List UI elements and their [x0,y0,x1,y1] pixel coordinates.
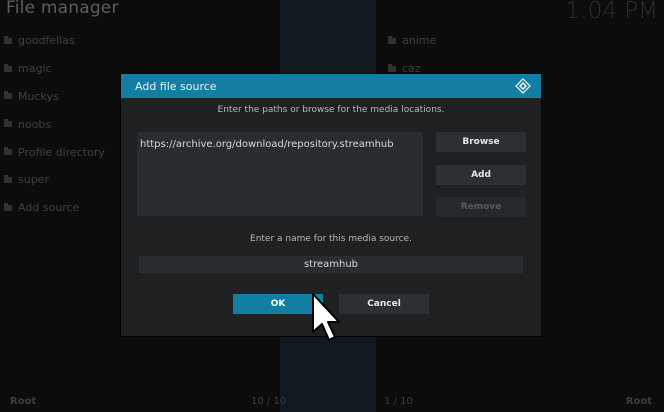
add-button[interactable]: Add [436,165,526,185]
list-item[interactable]: super [4,166,105,194]
source-name-input[interactable]: streamhub [139,256,523,273]
list-item-label: Profile directory [18,145,105,159]
list-item[interactable]: Muckys [4,83,105,111]
remove-button[interactable]: Remove [436,197,526,217]
dialog-header: Add file source [121,74,541,98]
list-item-add-source[interactable]: Add source [4,194,105,222]
list-item-label: Add source [18,201,80,215]
ok-button[interactable]: OK [233,294,323,314]
left-source-list: goodfellas magic Muckys noobs Profile di… [4,27,105,222]
list-item[interactable]: Profile directory [4,138,105,166]
path-entry[interactable]: https://archive.org/download/repository.… [137,132,423,157]
list-item[interactable]: anime [388,27,436,55]
path-list[interactable]: https://archive.org/download/repository.… [137,132,423,216]
page-title: File manager [6,0,119,18]
name-label: Enter a name for this media source. [250,234,412,244]
list-item[interactable]: goodfellas [4,27,105,55]
folder-icon [4,91,12,100]
list-item-label: goodfellas [18,34,75,48]
footer-right-path: Root [625,396,652,407]
folder-icon [388,63,396,72]
folder-icon [4,63,12,72]
list-item-label: super [18,173,49,187]
mouse-pointer-icon [312,293,340,341]
footer-left-count: 10 / 10 [251,396,287,407]
folder-icon [4,147,12,156]
folder-icon [4,202,12,211]
dialog-instruction: Enter the paths or browse for the media … [217,105,445,115]
folder-icon [4,119,12,128]
cancel-button[interactable]: Cancel [339,294,429,314]
list-item[interactable]: noobs [4,110,105,138]
list-item-label: Muckys [18,89,59,103]
folder-icon [388,35,396,44]
footer-right-count: 1 / 10 [384,396,413,407]
list-item[interactable]: magic [4,55,105,83]
list-item-label: anime [402,34,437,48]
dialog-title: Add file source [135,79,217,93]
footer-left-path: Root [10,396,37,407]
list-item-label: magic [18,62,52,76]
list-item-label: noobs [18,117,52,131]
clock: 1:04 PM [565,0,658,24]
browse-button[interactable]: Browse [436,132,526,152]
folder-icon [4,174,12,183]
folder-icon [4,35,12,44]
kodi-logo-icon [515,78,531,94]
